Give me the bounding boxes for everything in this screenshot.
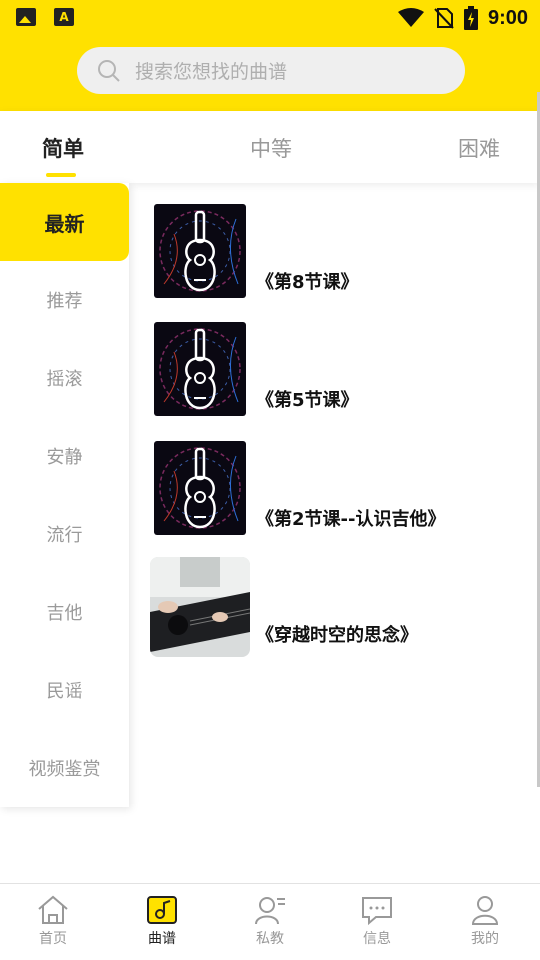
sidebar-item-recommended[interactable]: 推荐: [0, 261, 129, 339]
home-icon: [38, 895, 68, 924]
list-item[interactable]: 《第8节课》: [150, 204, 530, 304]
list-item[interactable]: 《穿越时空的思念》: [150, 557, 530, 657]
sidebar-item-guitar[interactable]: 吉他: [0, 573, 129, 651]
search-icon: [98, 59, 120, 82]
sidebar-item-video[interactable]: 视频鉴赏: [0, 729, 129, 807]
gallery-notification-icon: [16, 8, 36, 26]
item-title: 《第8节课》: [256, 272, 359, 293]
sidebar-item-rock[interactable]: 摇滚: [0, 339, 129, 417]
app-header: A 9:00 搜索您想找的曲谱: [0, 0, 540, 111]
profile-icon: [471, 896, 499, 925]
tab-easy[interactable]: 简单: [42, 133, 84, 163]
wifi-icon: [397, 8, 424, 27]
active-tab-indicator: [46, 173, 76, 177]
guitar-lesson-thumbnail: [154, 441, 246, 535]
message-icon: [362, 897, 392, 926]
battery-icon: [463, 6, 478, 30]
sidebar-item-quiet[interactable]: 安静: [0, 417, 129, 495]
item-title: 《穿越时空的思念》: [256, 625, 418, 646]
app-notification-icon: A: [54, 8, 74, 26]
search-input[interactable]: 搜索您想找的曲谱: [77, 47, 465, 94]
tutor-icon: [255, 897, 285, 925]
item-title: 《第5节课》: [256, 390, 359, 411]
list-item[interactable]: 《第5节课》: [150, 322, 530, 422]
item-title: 《第2节课--认识吉他》: [256, 509, 446, 530]
list-item[interactable]: 《第2节课--认识吉他》: [150, 441, 530, 541]
score-icon: [147, 896, 177, 924]
sidebar-item-latest[interactable]: 最新: [0, 183, 129, 261]
guitar-photo-thumbnail: [150, 557, 250, 657]
nav-score[interactable]: 曲谱: [117, 894, 207, 948]
nav-tutor[interactable]: 私教: [225, 894, 315, 948]
category-sidebar: 最新 推荐 摇滚 安静 流行 吉他 民谣 视频鉴赏: [0, 183, 129, 807]
nav-label: 首页: [39, 931, 67, 947]
tab-medium[interactable]: 中等: [250, 133, 292, 163]
bottom-nav: 首页 曲谱 私教 信息 我的: [0, 883, 540, 960]
nav-profile[interactable]: 我的: [440, 894, 530, 948]
status-bar: A 9:00: [0, 0, 540, 36]
nav-message[interactable]: 信息: [332, 894, 422, 948]
guitar-lesson-thumbnail: [154, 204, 246, 298]
guitar-lesson-thumbnail: [154, 322, 246, 416]
nav-label: 我的: [471, 931, 499, 947]
search-placeholder: 搜索您想找的曲谱: [135, 61, 288, 83]
no-sim-icon: [434, 8, 454, 29]
nav-label: 曲谱: [148, 931, 176, 947]
sidebar-item-pop[interactable]: 流行: [0, 495, 129, 573]
nav-home[interactable]: 首页: [8, 894, 98, 948]
nav-label: 私教: [256, 931, 284, 947]
tab-hard[interactable]: 困难: [458, 133, 500, 163]
sidebar-item-folk[interactable]: 民谣: [0, 651, 129, 729]
status-time: 9:00: [487, 6, 528, 29]
nav-label: 信息: [363, 931, 391, 947]
difficulty-tabs: 简单 中等 困难: [0, 111, 540, 183]
